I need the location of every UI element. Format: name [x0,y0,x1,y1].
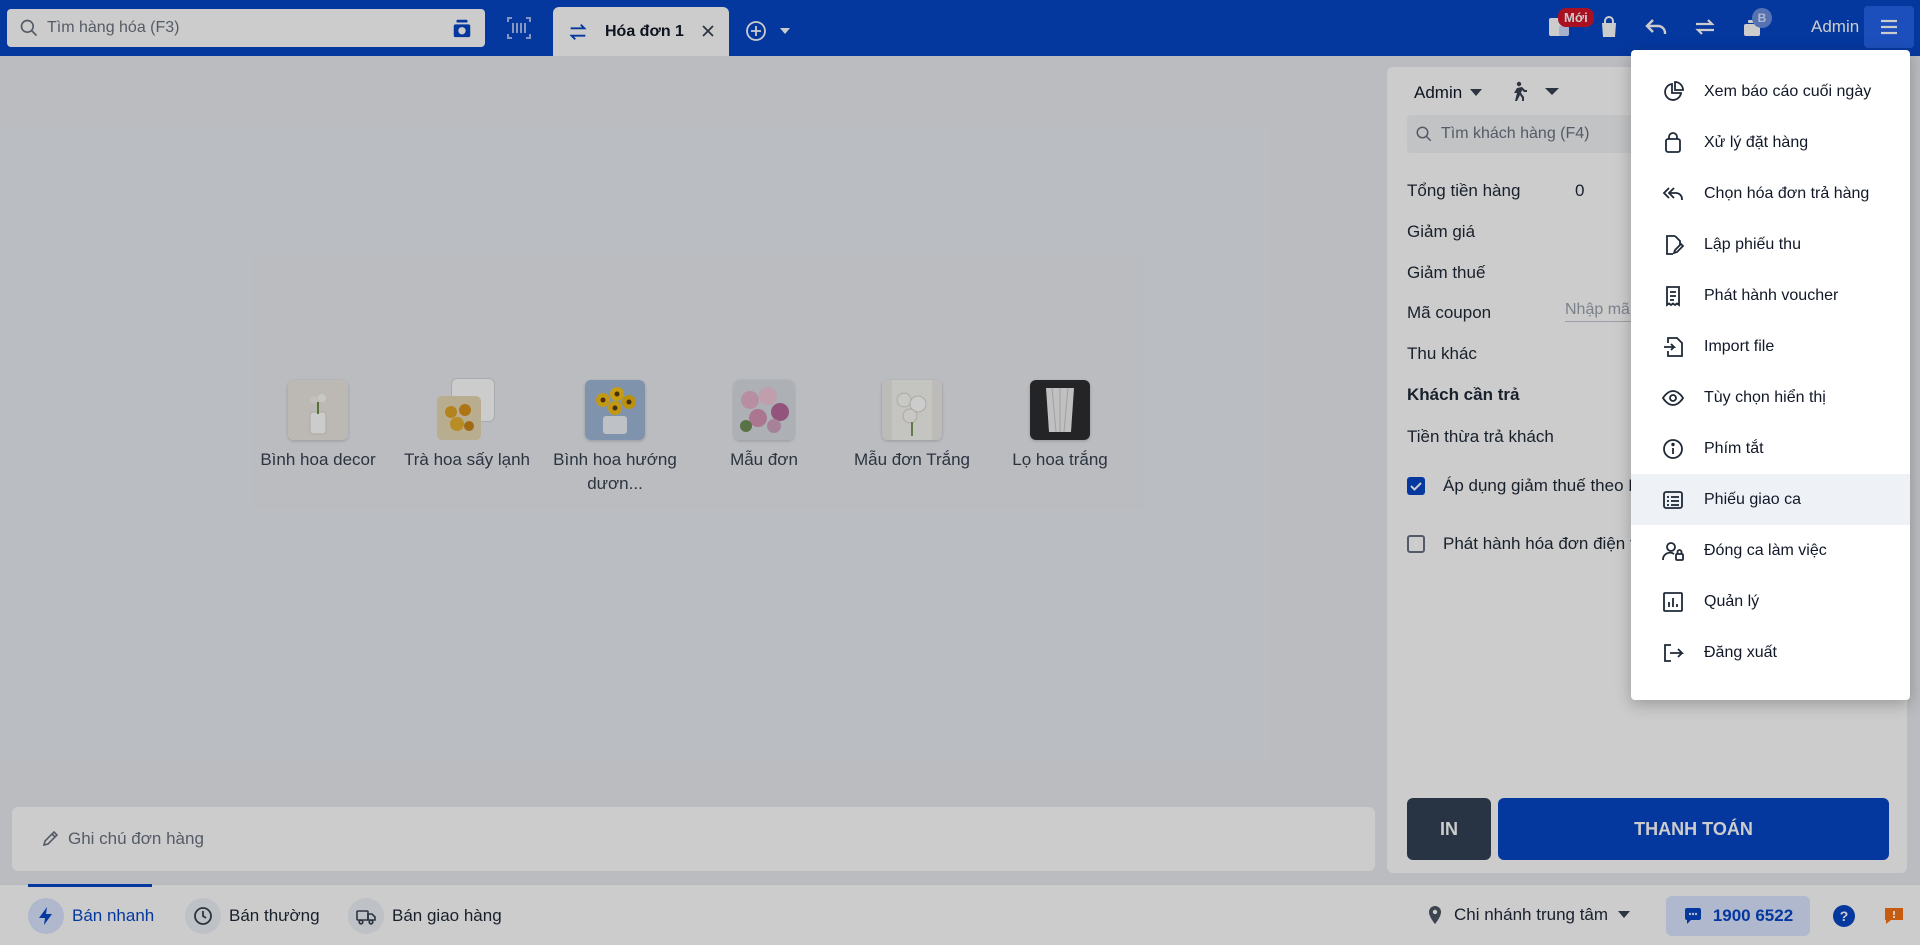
menu-item-create-receipt[interactable]: Lập phiếu thu [1631,219,1910,270]
menu-item-label: Đóng ca làm việc [1704,541,1827,559]
menu-item-close-shift[interactable]: Đóng ca làm việc [1631,525,1910,576]
menu-item-label: Xem báo cáo cuối ngày [1704,82,1872,100]
menu-item-label: Quản lý [1704,592,1760,610]
menu-item-shortcuts[interactable]: Phím tắt [1631,423,1910,474]
reply-all-icon [1662,186,1683,200]
menu-item-label: Phiếu giao ca [1704,490,1801,508]
menu-item-import-file[interactable]: Import file [1631,321,1910,372]
file-import-icon [1664,336,1683,357]
bar-chart-icon [1663,591,1683,612]
info-icon [1663,438,1683,459]
menu-item-end-of-day-report[interactable]: Xem báo cáo cuối ngày [1631,66,1910,117]
menu-item-label: Tùy chọn hiển thị [1704,388,1826,406]
menu-item-label: Đăng xuất [1704,643,1777,661]
shopping-bag-icon [1665,131,1681,153]
user-lock-icon [1662,541,1684,561]
eye-icon [1662,389,1684,406]
file-edit-icon [1666,234,1684,255]
menu-item-management[interactable]: Quản lý [1631,576,1910,627]
menu-item-label: Phát hành voucher [1704,286,1839,304]
menu-item-process-orders[interactable]: Xử lý đặt hàng [1631,117,1910,168]
menu-item-label: Phím tắt [1704,439,1764,457]
list-icon [1663,490,1683,509]
logout-icon [1664,643,1684,662]
menu-item-issue-voucher[interactable]: Phát hành voucher [1631,270,1910,321]
main-menu: Xem báo cáo cuối ngày Xử lý đặt hàng Chọ… [1631,50,1910,700]
menu-item-label: Chọn hóa đơn trả hàng [1704,184,1870,202]
menu-item-logout[interactable]: Đăng xuất [1631,627,1910,678]
menu-item-label: Lập phiếu thu [1704,235,1801,253]
pie-chart-icon [1664,80,1684,101]
menu-item-display-options[interactable]: Tùy chọn hiển thị [1631,372,1910,423]
menu-item-label: Xử lý đặt hàng [1704,133,1809,151]
menu-item-label: Import file [1704,337,1775,355]
menu-item-shift-handover[interactable]: Phiếu giao ca [1631,474,1910,525]
menu-item-select-return-invoice[interactable]: Chọn hóa đơn trả hàng [1631,168,1910,219]
receipt-icon [1666,285,1680,307]
